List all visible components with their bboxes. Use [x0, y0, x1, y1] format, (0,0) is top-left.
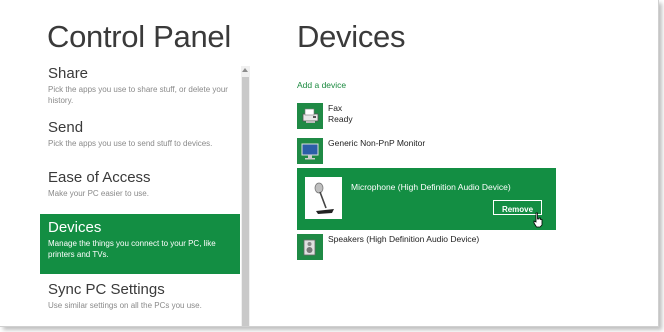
setting-send[interactable]: Send Pick the apps you use to send stuff…	[40, 118, 240, 168]
device-name: Speakers (High Definition Audio Device)	[328, 234, 480, 244]
setting-sync-pc-settings[interactable]: Sync PC Settings Use similar settings on…	[40, 274, 240, 320]
monitor-icon	[297, 138, 323, 164]
setting-name: Send	[48, 119, 84, 136]
device-name: Fax	[328, 103, 343, 113]
settings-list: Share Pick the apps you use to share stu…	[40, 62, 240, 320]
setting-description: Manage the things you connect to your PC…	[48, 239, 216, 259]
setting-description: Use similar settings on all the PCs you …	[48, 301, 202, 310]
scroll-thumb[interactable]	[242, 77, 249, 326]
control-panel-window: Control Panel Devices Share Pick the app…	[0, 0, 659, 327]
scroll-up-arrow-icon[interactable]	[242, 68, 248, 72]
device-fax[interactable]: Fax Ready	[297, 103, 353, 129]
setting-share[interactable]: Share Pick the apps you use to share stu…	[40, 62, 240, 118]
device-name: Generic Non-PnP Monitor	[328, 138, 426, 148]
microphone-icon	[305, 177, 342, 219]
add-device-link[interactable]: Add a device	[297, 80, 346, 90]
settings-scrollbar[interactable]	[241, 66, 250, 326]
setting-description: Make your PC easier to use.	[48, 189, 149, 198]
hand-cursor-icon	[532, 212, 544, 233]
speaker-icon	[297, 234, 323, 260]
control-panel-title: Control Panel	[47, 19, 231, 54]
setting-devices[interactable]: Devices Manage the things you connect to…	[40, 214, 240, 274]
page-title: Devices	[297, 19, 406, 54]
setting-name: Devices	[48, 219, 102, 236]
setting-description: Pick the apps you use to send stuff to d…	[48, 139, 213, 148]
device-monitor[interactable]: Generic Non-PnP Monitor	[297, 138, 425, 164]
setting-description: Pick the apps you use to share stuff, or…	[48, 85, 228, 105]
device-status: Ready	[328, 114, 353, 124]
device-name: Microphone (High Definition Audio Device…	[351, 182, 511, 192]
setting-name: Sync PC Settings	[48, 281, 165, 298]
device-microphone-selected[interactable]: Microphone (High Definition Audio Device…	[297, 168, 556, 230]
fax-icon	[297, 103, 323, 129]
setting-ease-of-access[interactable]: Ease of Access Make your PC easier to us…	[40, 168, 240, 214]
setting-name: Ease of Access	[48, 169, 151, 186]
device-speakers[interactable]: Speakers (High Definition Audio Device)	[297, 234, 479, 260]
setting-name: Share	[48, 65, 89, 82]
